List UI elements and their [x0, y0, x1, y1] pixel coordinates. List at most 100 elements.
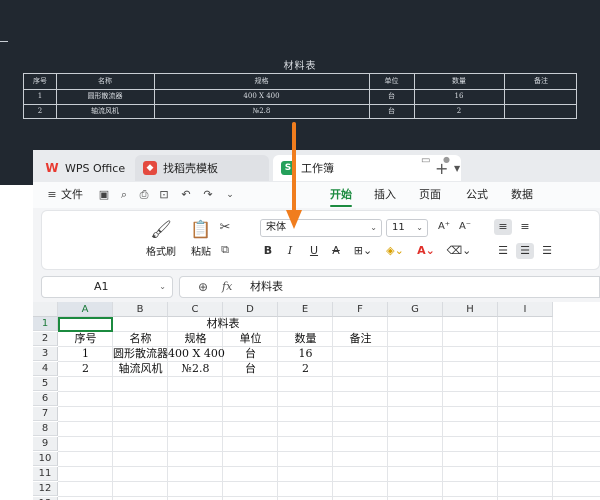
- grid-row-line: [58, 406, 600, 407]
- header-cell[interactable]: 名称: [113, 332, 168, 346]
- data-cell[interactable]: 台: [223, 362, 278, 376]
- spreadsheet-grid[interactable]: ABCDEFGHI 12345678910111213 材料表序号名称规格单位数…: [33, 302, 600, 500]
- print-icon[interactable]: ⎙: [137, 188, 151, 202]
- data-cell[interactable]: 2: [58, 362, 113, 376]
- data-cell[interactable]: №2.8: [168, 362, 223, 376]
- align-right-button[interactable]: ☰: [538, 243, 556, 259]
- column-header-h[interactable]: H: [443, 302, 498, 317]
- copy-icon[interactable]: ⧉: [218, 243, 232, 257]
- undo-icon[interactable]: ↶: [179, 188, 193, 202]
- new-tab-button[interactable]: +: [435, 155, 448, 181]
- bold-button[interactable]: B: [260, 243, 276, 259]
- menu-insert[interactable]: 插入: [374, 182, 396, 208]
- row-header-6[interactable]: 6: [33, 392, 58, 406]
- name-box[interactable]: A1 ⌄: [41, 276, 173, 298]
- data-cell[interactable]: 圆形散流器: [113, 347, 168, 361]
- row-header-8[interactable]: 8: [33, 422, 58, 436]
- save-icon[interactable]: ▣: [97, 188, 111, 202]
- grid-col-line: [552, 317, 553, 500]
- strikethrough-button[interactable]: A: [328, 243, 344, 259]
- shrink-font-button[interactable]: A⁻: [456, 219, 474, 235]
- cad-header-cell: 规格: [254, 77, 269, 85]
- function-icon[interactable]: fx: [222, 277, 232, 297]
- tab-workbook[interactable]: S 工作簿 ▭ ●: [273, 155, 461, 181]
- data-cell[interactable]: 台: [223, 347, 278, 361]
- column-header-d[interactable]: D: [223, 302, 278, 317]
- cad-header-cell: 数量: [452, 77, 466, 85]
- data-cell[interactable]: 400 X 400: [168, 347, 225, 361]
- chevron-down-icon[interactable]: ▼: [454, 155, 460, 181]
- row-header-12[interactable]: 12: [33, 482, 58, 496]
- header-cell[interactable]: 规格: [168, 332, 223, 346]
- row-header-5[interactable]: 5: [33, 377, 58, 391]
- paste-button[interactable]: 📋 粘贴: [184, 217, 218, 258]
- grid-row-line: [58, 376, 600, 377]
- row-header-9[interactable]: 9: [33, 437, 58, 451]
- chevron-down-icon[interactable]: ⌄: [223, 188, 237, 202]
- header-cell[interactable]: 单位: [223, 332, 278, 346]
- active-menu-underline: [330, 205, 352, 207]
- data-cell[interactable]: 1: [58, 347, 113, 361]
- font-name-select[interactable]: 宋体 ⌄: [260, 219, 382, 237]
- grid-row-line: [58, 481, 600, 482]
- menu-formula[interactable]: 公式: [466, 182, 488, 208]
- menu-data[interactable]: 数据: [511, 182, 533, 208]
- data-cell[interactable]: 16: [278, 347, 333, 361]
- formula-input[interactable]: ⊕ fx 材料表: [179, 276, 600, 298]
- grow-font-button[interactable]: A⁺: [435, 219, 453, 235]
- align-center-button[interactable]: ☰: [516, 243, 534, 259]
- data-cell[interactable]: [333, 362, 388, 376]
- menu-icon[interactable]: ≡: [45, 188, 59, 202]
- fill-color-button[interactable]: ◈⌄: [382, 243, 408, 259]
- menu-page[interactable]: 页面: [419, 182, 441, 208]
- window-icon[interactable]: ▭: [421, 155, 430, 166]
- row-header-3[interactable]: 3: [33, 347, 58, 361]
- tab-templates[interactable]: ◆ 找稻壳模板: [135, 155, 269, 181]
- redo-icon[interactable]: ↷: [201, 188, 215, 202]
- select-all-corner[interactable]: [33, 302, 58, 317]
- data-cell[interactable]: [333, 347, 388, 361]
- row-header-7[interactable]: 7: [33, 407, 58, 421]
- column-header-e[interactable]: E: [278, 302, 333, 317]
- cell-title[interactable]: 材料表: [58, 317, 388, 331]
- font-color-button[interactable]: A⌄: [414, 243, 438, 259]
- column-header-f[interactable]: F: [333, 302, 388, 317]
- align-middle-button[interactable]: ≡: [516, 219, 534, 235]
- clear-format-button[interactable]: ⌫⌄: [446, 243, 472, 259]
- italic-button[interactable]: I: [282, 243, 298, 259]
- align-top-button[interactable]: ≡: [494, 219, 512, 235]
- row-header-1[interactable]: 1: [33, 317, 58, 331]
- cad-cell: 圆形散流器: [87, 92, 123, 100]
- format-painter-button[interactable]: 🖌 格式刷: [144, 217, 178, 258]
- header-cell[interactable]: 备注: [333, 332, 388, 346]
- header-cell[interactable]: 序号: [58, 332, 113, 346]
- cad-material-table: 序号 名称 规格 单位 数量 备注 1 圆形散流器 400 X 400 台 16…: [23, 73, 577, 119]
- row-header-4[interactable]: 4: [33, 362, 58, 376]
- row-header-11[interactable]: 11: [33, 467, 58, 481]
- ribbon: 🖌 格式刷 📋 粘贴 ✂ ⧉ 宋体 ⌄ 11 ⌄ A⁺ A⁻ B I U A ⊞…: [41, 210, 600, 270]
- spreadsheet-icon: S: [281, 161, 295, 175]
- data-cell[interactable]: 2: [278, 362, 333, 376]
- menu-file[interactable]: 文件: [61, 182, 83, 208]
- zoom-icon[interactable]: ⊕: [198, 277, 208, 297]
- header-cell[interactable]: 数量: [278, 332, 333, 346]
- column-header-b[interactable]: B: [113, 302, 168, 317]
- open-icon[interactable]: ⌕: [117, 188, 131, 202]
- row-header-10[interactable]: 10: [33, 452, 58, 466]
- tab-wps-office[interactable]: W WPS Office: [39, 155, 131, 181]
- preview-icon[interactable]: ⊡: [157, 188, 171, 202]
- column-header-i[interactable]: I: [498, 302, 553, 317]
- row-header-2[interactable]: 2: [33, 332, 58, 346]
- menu-bar: ≡ 文件 ▣ ⌕ ⎙ ⊡ ↶ ↷ ⌄ 开始 插入 页面 公式 数据: [33, 182, 600, 208]
- align-left-button[interactable]: ☰: [494, 243, 512, 259]
- column-header-c[interactable]: C: [168, 302, 223, 317]
- chevron-down-icon: ⌄: [159, 282, 166, 291]
- cut-icon[interactable]: ✂: [218, 221, 232, 235]
- underline-button[interactable]: U: [306, 243, 322, 259]
- border-button[interactable]: ⊞⌄: [352, 243, 374, 259]
- column-header-a[interactable]: A: [58, 302, 113, 317]
- font-size-select[interactable]: 11 ⌄: [386, 219, 428, 237]
- column-header-g[interactable]: G: [388, 302, 443, 317]
- grid-col-line: [442, 317, 443, 500]
- data-cell[interactable]: 轴流风机: [113, 362, 168, 376]
